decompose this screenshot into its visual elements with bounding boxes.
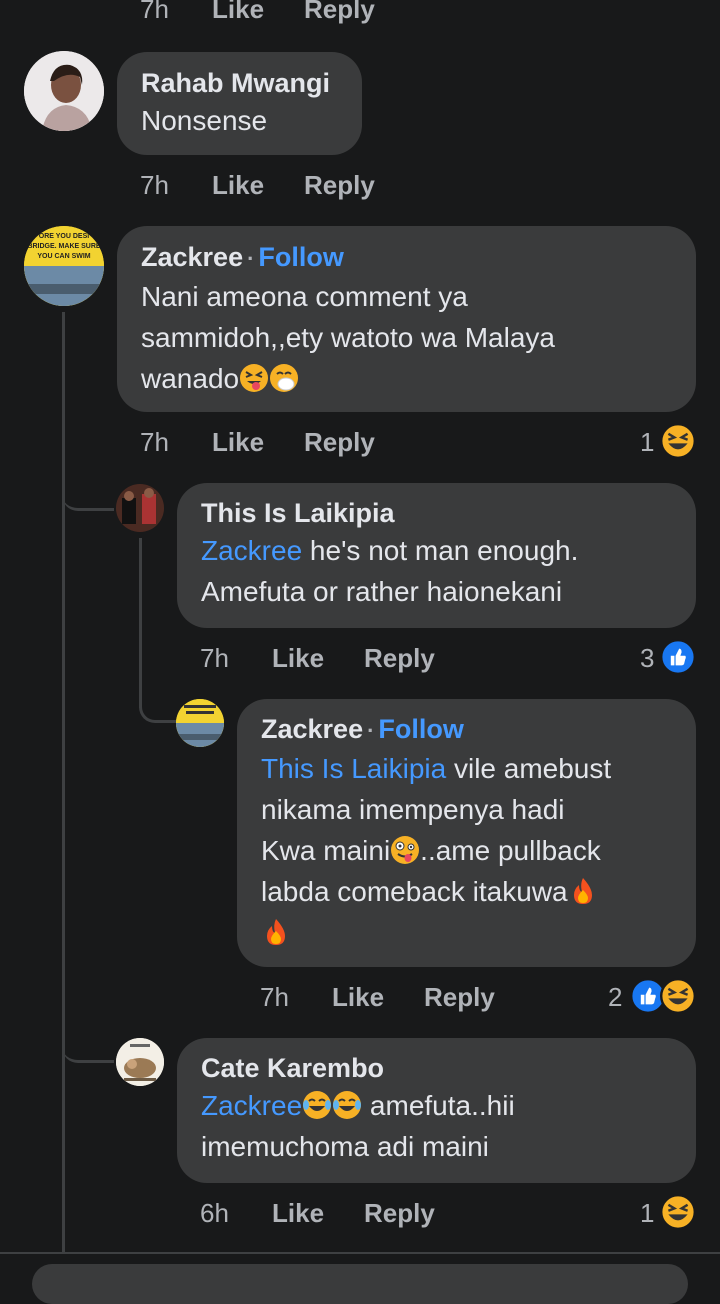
like-button[interactable]: Like	[212, 0, 264, 25]
comment-line-text: wanado	[141, 363, 240, 394]
comment-composer[interactable]	[32, 1264, 688, 1304]
avatar-photo-icon	[116, 484, 164, 532]
mention-link[interactable]: Zackree	[201, 1090, 302, 1121]
sign-text-2: BRIDGE. MAKE SURE	[27, 243, 100, 250]
comment-line: Zackree amefuta..hii	[201, 1085, 672, 1126]
reply-button[interactable]: Reply	[364, 643, 435, 674]
comment-text: Zackree he's not man enough. Amefuta or …	[201, 530, 672, 612]
author-name[interactable]: This Is Laikipia	[201, 496, 672, 530]
like-button[interactable]: Like	[272, 643, 324, 674]
reaction-haha-icon[interactable]	[660, 423, 696, 466]
avatar-cate-karembo[interactable]	[116, 1038, 164, 1086]
mention-link[interactable]: Zackree	[201, 535, 302, 566]
comment-line	[261, 912, 672, 953]
comment-text: Nani ameona comment ya sammidoh,,ety wat…	[141, 276, 672, 399]
separator-dot: ·	[247, 246, 255, 271]
reaction-count[interactable]: 2	[608, 982, 622, 1013]
comment-line: sammidoh,,ety watoto wa Malaya	[141, 322, 555, 353]
reaction-like-icon[interactable]	[660, 639, 696, 682]
avatar-photo-icon	[24, 51, 104, 131]
comment-bubble-rahab-mwangi: Rahab Mwangi Nonsense	[117, 52, 362, 155]
comment-line-text: ..ame pullback	[420, 835, 601, 866]
comment-line-text: amefuta..hii	[362, 1090, 515, 1121]
avatar-cartoon-icon	[116, 1038, 164, 1086]
thread-connector-cate	[62, 1020, 114, 1063]
thread-connector-laikipia	[62, 470, 114, 511]
reaction-haha-icon[interactable]	[660, 978, 696, 1021]
comment-bubble-cate-karembo: Cate Karembo Zackree amefuta..hii imemuc…	[177, 1038, 696, 1183]
reply-button[interactable]: Reply	[304, 0, 375, 25]
comment-line: imemuchoma adi maini	[201, 1131, 489, 1162]
avatar-this-is-laikipia[interactable]	[116, 484, 164, 532]
reply-button[interactable]: Reply	[304, 427, 375, 458]
author-name[interactable]: Zackree	[261, 714, 363, 744]
reaction-count[interactable]: 1	[640, 1198, 654, 1229]
reaction-haha-icon[interactable]	[660, 1194, 696, 1237]
comment-text: Nonsense	[141, 105, 268, 136]
comment-line: nikama imempenya hadi	[261, 794, 565, 825]
timestamp: 7h	[140, 170, 169, 200]
comment-line: wanado	[141, 358, 672, 399]
mention-link[interactable]: This Is Laikipia	[261, 753, 446, 784]
timestamp: 6h	[200, 1198, 229, 1228]
comment-text: Zackree amefuta..hii imemuchoma adi main…	[201, 1085, 672, 1167]
comment-line-text: Kwa maini	[261, 835, 391, 866]
reply-button[interactable]: Reply	[424, 982, 495, 1013]
author-name[interactable]: Cate Karembo	[201, 1051, 672, 1085]
reaction-count[interactable]: 3	[640, 643, 654, 674]
comment-line-text: vile amebust	[446, 753, 612, 784]
author-name[interactable]: Zackree	[141, 242, 243, 272]
reaction-count[interactable]: 1	[640, 427, 654, 458]
sign-text-1: ORE YOU DESI	[39, 233, 89, 240]
like-button[interactable]: Like	[332, 982, 384, 1013]
reply-button[interactable]: Reply	[304, 170, 375, 201]
reply-button[interactable]: Reply	[364, 1198, 435, 1229]
author-name[interactable]: Rahab Mwangi	[141, 66, 338, 100]
comment-line: Nani ameona comment ya	[141, 281, 468, 312]
comment-line: This Is Laikipia vile amebust	[261, 748, 672, 789]
fire-emoji-icon	[267, 919, 285, 945]
avatar-sign-icon: ORE YOU DESI BRIDGE. MAKE SURE YOU CAN S…	[24, 226, 104, 306]
sign-text-3: YOU CAN SWIM	[37, 253, 90, 260]
follow-button[interactable]: Follow	[378, 714, 463, 744]
like-button[interactable]: Like	[272, 1198, 324, 1229]
thread-connector-zackree-reply	[139, 680, 176, 723]
comment-bubble-this-is-laikipia: This Is Laikipia Zackree he's not man en…	[177, 483, 696, 628]
timestamp: 7h	[140, 427, 169, 457]
like-button[interactable]: Like	[212, 170, 264, 201]
comment-line: Zackree he's not man enough.	[201, 530, 672, 571]
squinting-tongue-emoji-icon	[240, 364, 269, 392]
comment-line: labda comeback itakuwa	[261, 871, 672, 912]
comment-bubble-zackree: Zackree · Follow Nani ameona comment ya sa…	[117, 226, 696, 412]
thread-line-main	[62, 312, 65, 1252]
timestamp: 7h	[200, 643, 229, 673]
fire-emoji-icon	[573, 878, 592, 904]
timestamp: 7h	[260, 982, 289, 1012]
comment-line: Amefuta or rather haionekani	[201, 576, 563, 607]
comment-line: Kwa maini ..ame pullback	[261, 830, 672, 871]
bottom-divider	[0, 1252, 720, 1254]
avatar-zackree[interactable]	[176, 699, 224, 747]
timestamp: 7h	[140, 0, 169, 24]
avatar-rahab-mwangi[interactable]	[24, 51, 104, 131]
avatar-sign-icon	[176, 699, 224, 747]
separator-dot: ·	[367, 718, 375, 743]
comment-bubble-zackree-reply: Zackree · Follow This Is Laikipia vile ame…	[237, 699, 696, 967]
hand-over-mouth-emoji-icon	[270, 364, 299, 392]
avatar-zackree[interactable]: ORE YOU DESI BRIDGE. MAKE SURE YOU CAN S…	[24, 226, 104, 306]
tears-of-joy-emoji-icon	[333, 1091, 362, 1119]
tears-of-joy-emoji-icon	[303, 1091, 332, 1119]
comment-line-text: he's not man enough.	[302, 535, 579, 566]
follow-button[interactable]: Follow	[258, 242, 343, 272]
like-button[interactable]: Like	[212, 427, 264, 458]
comment-text: This Is Laikipia vile amebust nikama ime…	[261, 748, 672, 953]
comment-line-text: labda comeback itakuwa	[261, 876, 568, 907]
zany-face-emoji-icon	[391, 836, 420, 864]
